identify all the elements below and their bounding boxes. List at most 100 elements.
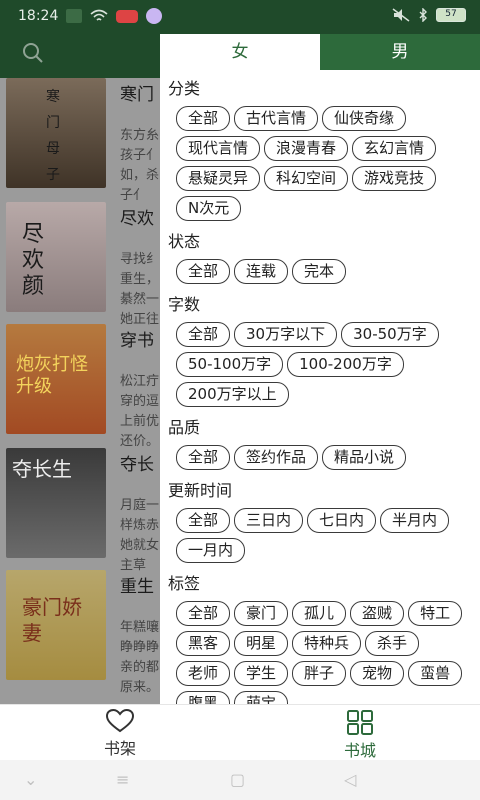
book-desc: 月庭一样炼赤她就女主草 bbox=[120, 498, 160, 573]
chip-group: 全部 豪门 孤儿 盗贼 特工黑客 明星 特种兵 杀手老师 学生 胖子 宠物 蛮兽腹黑 萌宝 bbox=[168, 598, 480, 704]
system-nav-bar: ⌄ ≡ ▢ ◁ bbox=[0, 760, 480, 800]
filter-chip[interactable]: 黑客 bbox=[176, 630, 231, 656]
cover-title: 寒门母子 bbox=[46, 89, 60, 183]
chip-group: 全部 签约作品 精品小说 bbox=[168, 442, 480, 472]
gender-tabs: 女 男 bbox=[160, 34, 480, 70]
nav-bookstore-label: 书城 bbox=[343, 741, 376, 760]
section-title: 更新时间 bbox=[168, 481, 233, 500]
book-title: 尽欢 bbox=[120, 209, 154, 229]
filter-chip[interactable]: 胖子 bbox=[292, 660, 347, 686]
filter-chip[interactable]: 老师 bbox=[176, 660, 231, 686]
filter-chip[interactable]: 现代言情 bbox=[176, 135, 261, 161]
filter-chip[interactable]: 孤儿 bbox=[292, 600, 347, 626]
filter-chip[interactable]: 蛮兽 bbox=[408, 660, 463, 686]
grid-icon bbox=[347, 710, 373, 735]
chevron-down-icon[interactable]: ⌄ bbox=[24, 770, 37, 789]
filter-chip[interactable]: 30-50万字 bbox=[341, 321, 439, 347]
cover-title: 炮灰打怪升级 bbox=[16, 354, 88, 397]
book-cover: 豪门娇妻 bbox=[6, 570, 106, 680]
section-title: 标签 bbox=[168, 574, 201, 593]
menu-icon[interactable]: ≡ bbox=[116, 770, 129, 789]
book-title: 重生 bbox=[120, 577, 154, 597]
filter-chip[interactable]: 豪门 bbox=[234, 600, 289, 626]
filter-chip[interactable]: 浪漫青春 bbox=[264, 135, 349, 161]
filter-chip[interactable]: 玄幻言情 bbox=[352, 135, 437, 161]
filter-chip[interactable]: 100-200万字 bbox=[287, 351, 404, 377]
filter-chip[interactable]: 悬疑灵异 bbox=[176, 165, 261, 191]
message-icon bbox=[66, 9, 82, 23]
filter-chip[interactable]: 特种兵 bbox=[292, 630, 362, 656]
filter-chip[interactable]: 全部 bbox=[176, 600, 231, 626]
book-desc: 东方糸孩子亻如，杀子亻 bbox=[120, 128, 160, 203]
book-desc: 年糕嚷睁睁睁亲的都原来。 bbox=[120, 620, 160, 695]
back-icon[interactable]: ◁ bbox=[344, 770, 356, 789]
nav-bookstore[interactable]: 书城 bbox=[310, 709, 410, 760]
filter-chip[interactable]: 完本 bbox=[292, 258, 347, 284]
filter-chip[interactable]: N次元 bbox=[176, 195, 242, 221]
home-icon[interactable]: ▢ bbox=[230, 770, 245, 789]
book-title: 穿书 bbox=[120, 331, 154, 351]
bottom-nav: 书架 书城 bbox=[0, 704, 480, 760]
tab-male[interactable]: 男 bbox=[320, 34, 480, 70]
filter-chip[interactable]: 明星 bbox=[234, 630, 289, 656]
book-title: 夺长 bbox=[120, 455, 154, 475]
wifi-icon bbox=[90, 9, 108, 21]
filter-chip[interactable]: 游戏竞技 bbox=[352, 165, 437, 191]
book-cover: 夺长生 bbox=[6, 448, 106, 558]
filter-chip[interactable]: 全部 bbox=[176, 507, 231, 533]
battery-indicator: 57 bbox=[436, 8, 466, 22]
filter-chip[interactable]: 50-100万字 bbox=[176, 351, 284, 377]
book-cover: 尽欢颜 bbox=[6, 202, 106, 312]
filter-chip[interactable]: 半月内 bbox=[380, 507, 450, 533]
book-desc: 松江疔穿的逗上前优还价。 bbox=[120, 374, 160, 449]
tab-female[interactable]: 女 bbox=[160, 34, 320, 70]
filter-chip[interactable]: 学生 bbox=[234, 660, 289, 686]
filter-chip[interactable]: 全部 bbox=[176, 321, 231, 347]
filter-drawer: 女 男 分类 全部 古代言情 仙侠奇缘 现代言情 浪漫青春 玄幻言情 悬疑灵异 科幻空间 游戏竞技… bbox=[160, 34, 480, 704]
filter-chip[interactable]: 200万字以上 bbox=[176, 381, 289, 407]
chip-group: 全部 连载 完本 bbox=[168, 256, 480, 286]
heart-icon bbox=[106, 709, 134, 733]
filter-chip[interactable]: 全部 bbox=[176, 105, 231, 131]
chip-group: 全部 古代言情 仙侠奇缘现代言情 浪漫青春 玄幻言情悬疑灵异 科幻空间 游戏竞技 N次元 bbox=[168, 103, 480, 223]
filter-chip[interactable]: 萌宝 bbox=[234, 690, 289, 704]
chip-group: 全部 30万字以下 30-50万字 50-100万字 100-200万字 200万字以上 bbox=[168, 319, 480, 409]
section-title: 状态 bbox=[168, 232, 201, 251]
nav-bookshelf-label: 书架 bbox=[103, 739, 136, 758]
filter-chip[interactable]: 三日内 bbox=[234, 507, 304, 533]
filter-area: 分类 全部 古代言情 仙侠奇缘 现代言情 浪漫青春 玄幻言情 悬疑灵异 科幻空间 游戏竞技 N次元状… bbox=[160, 70, 480, 704]
filter-chip[interactable]: 腹黑 bbox=[176, 690, 231, 704]
chip-group: 全部 三日内 七日内 半月内一月内 bbox=[168, 505, 480, 565]
filter-chip[interactable]: 30万字以下 bbox=[234, 321, 338, 347]
filter-chip[interactable]: 特工 bbox=[408, 600, 463, 626]
filter-chip[interactable]: 盗贼 bbox=[350, 600, 405, 626]
section-title: 品质 bbox=[168, 418, 201, 437]
status-time: 18:24 bbox=[18, 8, 59, 24]
status-right-icons: 57 bbox=[392, 8, 466, 22]
filter-chip[interactable]: 宠物 bbox=[350, 660, 405, 686]
filter-chip[interactable]: 仙侠奇缘 bbox=[322, 105, 407, 131]
cover-title: 夺长生 bbox=[12, 457, 72, 481]
book-title: 寒门 bbox=[120, 85, 154, 105]
bluetooth-icon bbox=[419, 8, 427, 22]
filter-chip[interactable]: 签约作品 bbox=[234, 444, 319, 470]
nav-bookshelf[interactable]: 书架 bbox=[70, 709, 170, 759]
filter-chip[interactable]: 全部 bbox=[176, 444, 231, 470]
app-notification-icon bbox=[146, 8, 162, 24]
status-bar: 18:24 57 bbox=[0, 0, 480, 34]
filter-chip[interactable]: 七日内 bbox=[307, 507, 377, 533]
filter-chip[interactable]: 一月内 bbox=[176, 537, 246, 563]
app-badge-icon bbox=[116, 9, 138, 23]
filter-chip[interactable]: 杀手 bbox=[365, 630, 420, 656]
filter-chip[interactable]: 古代言情 bbox=[234, 105, 319, 131]
filter-chip[interactable]: 连载 bbox=[234, 258, 289, 284]
section-title: 字数 bbox=[168, 295, 201, 314]
search-icon[interactable] bbox=[22, 42, 44, 64]
filter-chip[interactable]: 科幻空间 bbox=[264, 165, 349, 191]
book-desc: 寻找纟重生，綦然一她正往 bbox=[120, 252, 160, 327]
status-notification-icons bbox=[66, 8, 162, 24]
filter-chip[interactable]: 全部 bbox=[176, 258, 231, 284]
mute-icon bbox=[392, 8, 410, 22]
filter-chip[interactable]: 精品小说 bbox=[322, 444, 407, 470]
cover-title: 豪门娇妻 bbox=[22, 595, 82, 645]
